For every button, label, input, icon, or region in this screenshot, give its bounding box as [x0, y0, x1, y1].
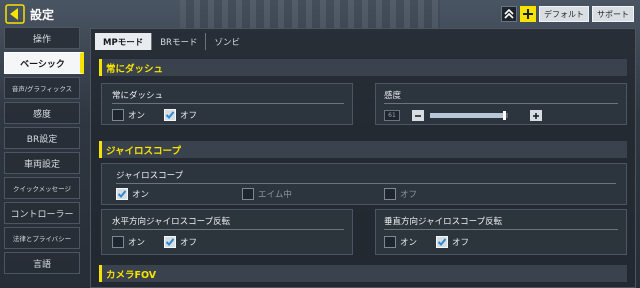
sidebar-item-br-settings[interactable]: BR設定 — [4, 127, 80, 149]
vertical-invert-off-option[interactable]: オフ — [436, 236, 469, 248]
sidebar-item-legal-privacy[interactable]: 法律とプライバシー — [4, 227, 80, 249]
checkbox-checked-icon — [164, 109, 176, 121]
top-bar: 設定 デフォルト サポート — [0, 0, 640, 28]
back-button[interactable] — [4, 4, 26, 24]
option-label: オン — [400, 238, 418, 248]
option-label: オン — [132, 190, 150, 200]
page-title: 設定 — [30, 8, 55, 22]
sensitivity-card: 感度 61 — [375, 83, 627, 125]
header-actions: デフォルト サポート — [501, 6, 634, 22]
section-header-always-dash: 常にダッシュ — [99, 59, 627, 76]
sidebar-item-sensitivity[interactable]: 感度 — [4, 102, 80, 124]
horizontal-invert-card: 水平方向ジャイロスコープ反転 オン オフ — [101, 209, 353, 255]
tab-zombies[interactable]: ゾンビ — [206, 33, 248, 50]
tab-br-mode[interactable]: BRモード — [152, 33, 207, 50]
minus-icon — [415, 114, 421, 117]
gyroscope-card: ジャイロスコープ オン エイム中 オフ — [101, 163, 627, 205]
always-dash-card: 常にダッシュ オン オフ — [101, 83, 353, 125]
option-label: オフ — [180, 238, 198, 248]
always-dash-label: 常にダッシュ — [112, 91, 164, 101]
gyroscope-label: ジャイロスコープ — [116, 171, 184, 181]
divider — [112, 229, 344, 230]
checkbox-unchecked-icon — [112, 236, 124, 248]
option-label: オフ — [452, 238, 470, 248]
sidebar-item-controls[interactable]: 操作 — [4, 27, 80, 49]
always-dash-off-option[interactable]: オフ — [164, 109, 197, 121]
checkbox-unchecked-icon — [112, 109, 124, 121]
collapse-button[interactable] — [501, 6, 517, 22]
slider-fill — [430, 113, 505, 118]
support-button[interactable]: サポート — [592, 6, 634, 22]
settings-panel: MPモード BRモード ゾンビ 常にダッシュ 常にダッシュ オン オフ 感度 6… — [90, 28, 636, 288]
horizontal-invert-off-option[interactable]: オフ — [164, 236, 197, 248]
gyroscope-off-option[interactable]: オフ — [384, 188, 417, 200]
gyroscope-aim-option[interactable]: エイム中 — [242, 188, 292, 200]
sidebar: 操作 ベーシック 音声/グラフィックス 感度 BR設定 車両設定 クイックメッセ… — [4, 27, 84, 277]
gyroscope-on-option[interactable]: オン — [116, 188, 149, 200]
back-arrow-icon — [5, 4, 25, 24]
divider — [112, 103, 344, 104]
checkbox-checked-icon — [116, 188, 128, 200]
divider — [384, 229, 618, 230]
section-header-camera-fov: カメラFOV — [99, 265, 627, 282]
option-label: オフ — [400, 190, 418, 200]
vertical-invert-on-option[interactable]: オン — [384, 236, 417, 248]
plus-icon — [533, 112, 539, 119]
horizontal-invert-on-option[interactable]: オン — [112, 236, 145, 248]
sidebar-item-audio-graphics[interactable]: 音声/グラフィックス — [4, 77, 80, 99]
sidebar-item-quick-message[interactable]: クイックメッセージ — [4, 177, 80, 199]
tab-mp-mode[interactable]: MPモード — [95, 33, 153, 50]
sidebar-item-vehicle[interactable]: 車両設定 — [4, 152, 80, 174]
checkbox-unchecked-icon — [384, 236, 396, 248]
vertical-invert-card: 垂直方向ジャイロスコープ反転 オン オフ — [375, 209, 627, 255]
divider — [384, 103, 618, 104]
option-label: オン — [128, 238, 146, 248]
sensitivity-increase-button[interactable] — [530, 110, 542, 121]
add-button[interactable] — [520, 6, 536, 22]
slider-handle[interactable] — [502, 111, 506, 120]
sidebar-item-language[interactable]: 言語 — [4, 252, 80, 274]
sidebar-item-basic[interactable]: ベーシック — [4, 52, 84, 74]
sensitivity-value: 61 — [384, 110, 400, 121]
default-button[interactable]: デフォルト — [539, 6, 589, 22]
divider — [116, 183, 616, 184]
sidebar-item-controller[interactable]: コントローラー — [4, 202, 80, 224]
mode-tabs: MPモード BRモード ゾンビ — [95, 33, 248, 50]
vertical-invert-label: 垂直方向ジャイロスコープ反転 — [384, 217, 503, 227]
option-label: オン — [128, 111, 146, 121]
option-label: エイム中 — [258, 190, 292, 200]
section-header-gyroscope: ジャイロスコープ — [99, 141, 627, 158]
sensitivity-label: 感度 — [384, 91, 402, 101]
checkbox-unchecked-icon — [242, 188, 254, 200]
horizontal-invert-label: 水平方向ジャイロスコープ反転 — [112, 217, 231, 227]
double-chevron-up-icon — [504, 8, 514, 19]
plus-icon — [523, 9, 533, 19]
sensitivity-slider[interactable] — [430, 111, 508, 120]
option-label: オフ — [180, 111, 198, 121]
sensitivity-decrease-button[interactable] — [412, 110, 424, 121]
checkbox-checked-icon — [164, 236, 176, 248]
always-dash-on-option[interactable]: オン — [112, 109, 145, 121]
checkbox-unchecked-icon — [384, 188, 396, 200]
checkbox-checked-icon — [436, 236, 448, 248]
